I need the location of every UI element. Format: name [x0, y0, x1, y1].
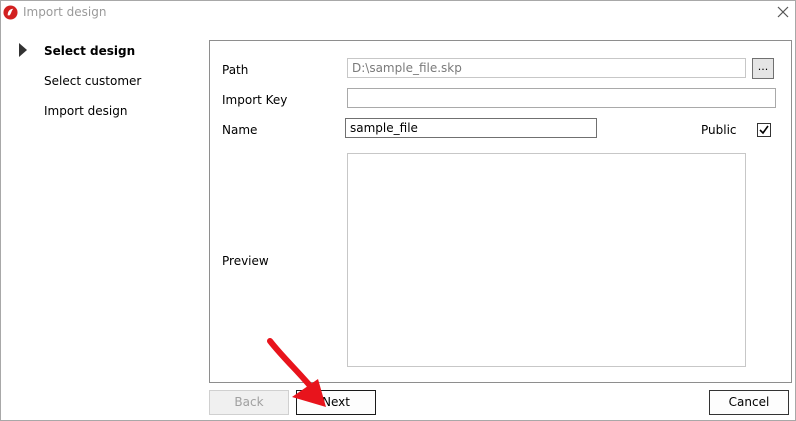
import-key-label: Import Key: [222, 93, 288, 107]
browse-button[interactable]: ...: [752, 58, 774, 79]
close-icon[interactable]: [775, 4, 791, 20]
window-title: Import design: [23, 5, 107, 19]
import-design-dialog: Import design Select design Select custo…: [0, 0, 796, 421]
name-label: Name: [222, 123, 258, 137]
title-bar: Import design: [1, 1, 795, 24]
path-field[interactable]: [347, 58, 746, 78]
preview-label: Preview: [222, 254, 269, 268]
import-key-field[interactable]: [347, 88, 776, 108]
next-button[interactable]: Next: [296, 390, 376, 415]
path-label: Path: [222, 63, 249, 77]
back-button[interactable]: Back: [209, 390, 289, 415]
app-logo-icon: [3, 5, 18, 20]
public-checkbox[interactable]: [757, 123, 771, 137]
public-label: Public: [701, 123, 737, 137]
cancel-button[interactable]: Cancel: [709, 390, 789, 415]
design-form-panel: Path ... Import Key Name Public Preview: [209, 40, 792, 383]
preview-area: [347, 153, 746, 367]
step-select-customer: Select customer: [44, 74, 142, 88]
current-step-marker-icon: [19, 43, 27, 57]
step-select-design: Select design: [44, 44, 136, 58]
checkmark-icon: [759, 125, 769, 135]
name-field[interactable]: [345, 118, 597, 138]
step-import-design: Import design: [44, 104, 128, 118]
